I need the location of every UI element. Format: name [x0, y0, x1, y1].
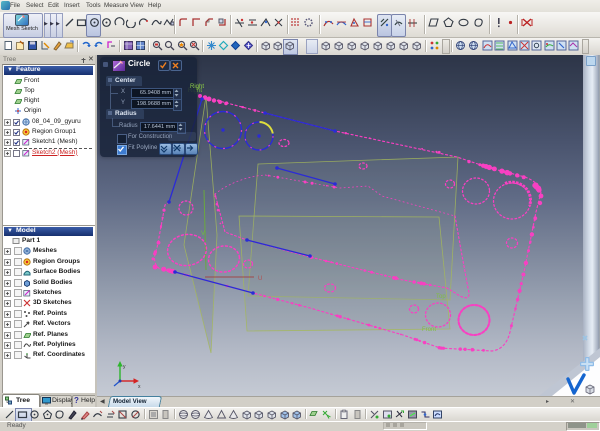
svg-text:x: x — [138, 384, 141, 390]
svg-text:V: V — [201, 231, 205, 237]
svg-text:U: U — [258, 276, 262, 282]
svg-text:Front: Front — [422, 327, 436, 333]
svg-text:y: y — [123, 364, 126, 370]
svg-text:Top: Top — [436, 294, 446, 300]
